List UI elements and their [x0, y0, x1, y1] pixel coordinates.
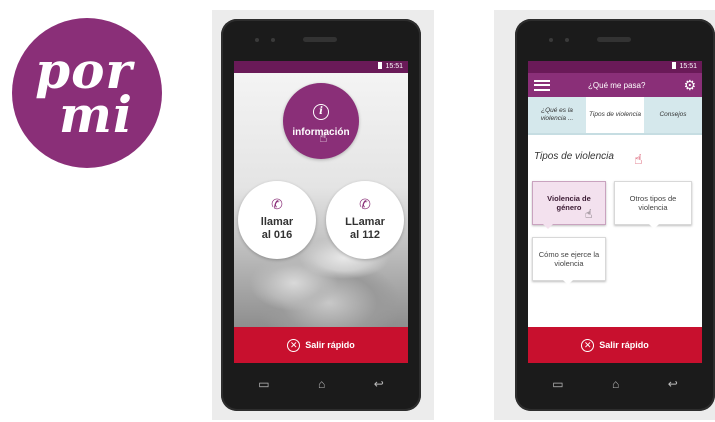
speech-tail	[649, 224, 659, 229]
app-logo: por mi	[12, 18, 162, 168]
info-icon: i	[313, 103, 329, 120]
hands-background-photo: i información ☝ ✆ llamar al 016 ✆ LLamar…	[234, 73, 408, 327]
close-circle-icon: ✕	[581, 338, 595, 352]
status-time: 15:51	[679, 63, 697, 70]
tab-bar: ¿Qué es la violencia ... Tipos de violen…	[528, 97, 702, 135]
info-button[interactable]: i información ☝	[283, 83, 359, 159]
android-nav-bar: ▭ ⌂ ↩	[234, 371, 408, 397]
call-112-button[interactable]: ✆ LLamar al 112	[326, 181, 404, 259]
hand-cursor-icon: ☝	[634, 151, 643, 167]
sensor-dot	[565, 38, 569, 42]
back-icon[interactable]: ↩	[374, 377, 384, 391]
phone1-device: 15:51 i información ☝ ✆ llamar al 016 ✆ …	[221, 19, 421, 411]
battery-icon	[378, 62, 383, 69]
card-como-se-ejerce[interactable]: Cómo se ejerce la violencia	[532, 237, 606, 285]
section-title: Tipos de violencia	[534, 151, 614, 162]
status-bar: 15:51	[234, 61, 408, 73]
quick-exit-button[interactable]: ✕ Salir rápido	[528, 327, 702, 363]
call-112-label-line1: LLamar	[345, 216, 385, 228]
call-016-label-line2: al 016	[261, 229, 293, 241]
status-time: 15:51	[385, 63, 403, 70]
battery-icon	[672, 62, 677, 69]
back-icon[interactable]: ↩	[668, 377, 678, 391]
gear-icon[interactable]: ⚙	[683, 78, 696, 92]
phone-icon: ✆	[271, 196, 283, 212]
call-016-button[interactable]: ✆ llamar al 016	[238, 181, 316, 259]
home-icon[interactable]: ⌂	[612, 377, 619, 391]
phone1-screen: 15:51 i información ☝ ✆ llamar al 016 ✆ …	[234, 61, 408, 363]
android-nav-bar: ▭ ⌂ ↩	[528, 371, 702, 397]
phone-icon: ✆	[359, 196, 371, 212]
status-bar: 15:51	[528, 61, 702, 73]
recent-apps-icon[interactable]: ▭	[552, 377, 563, 391]
sensor-dot	[271, 38, 275, 42]
app-bar-title: ¿Qué me pasa?	[588, 80, 646, 90]
quick-exit-button[interactable]: ✕ Salir rápido	[234, 327, 408, 363]
camera-dot	[255, 38, 259, 42]
logo-text-line2: mi	[59, 85, 133, 144]
tab-consejos[interactable]: Consejos	[644, 97, 702, 133]
camera-dot	[549, 38, 553, 42]
close-circle-icon: ✕	[287, 338, 301, 352]
phone2-screen: 15:51 ¿Qué me pasa? ⚙ ¿Qué es la violenc…	[528, 61, 702, 363]
hand-cursor-icon: ☝	[319, 129, 328, 145]
recent-apps-icon[interactable]: ▭	[258, 377, 269, 391]
call-112-label-line2: al 112	[350, 229, 380, 241]
app-bar: ¿Qué me pasa? ⚙	[528, 73, 702, 97]
card-label: Otros tipos de violencia	[629, 194, 677, 212]
phone2-device: 15:51 ¿Qué me pasa? ⚙ ¿Qué es la violenc…	[515, 19, 715, 411]
call-016-label-line1: llamar	[260, 216, 294, 228]
tab-que-es-la-violencia[interactable]: ¿Qué es la violencia ...	[528, 97, 586, 133]
menu-icon[interactable]	[534, 79, 550, 91]
speech-tail	[563, 280, 573, 285]
speaker-grille	[303, 37, 337, 42]
quick-exit-label: Salir rápido	[305, 340, 355, 350]
quick-exit-label: Salir rápido	[599, 340, 649, 350]
home-icon[interactable]: ⌂	[318, 377, 325, 391]
card-otros-tipos-de-violencia[interactable]: Otros tipos de violencia	[614, 181, 692, 229]
speaker-grille	[597, 37, 631, 42]
hand-cursor-icon: ☝	[585, 207, 593, 221]
card-label: Cómo se ejerce la violencia	[538, 250, 600, 268]
card-violencia-de-genero[interactable]: Violencia de género ☝	[532, 181, 606, 229]
tab-tipos-de-violencia[interactable]: Tipos de violencia	[586, 97, 644, 133]
speech-tail	[543, 224, 553, 229]
